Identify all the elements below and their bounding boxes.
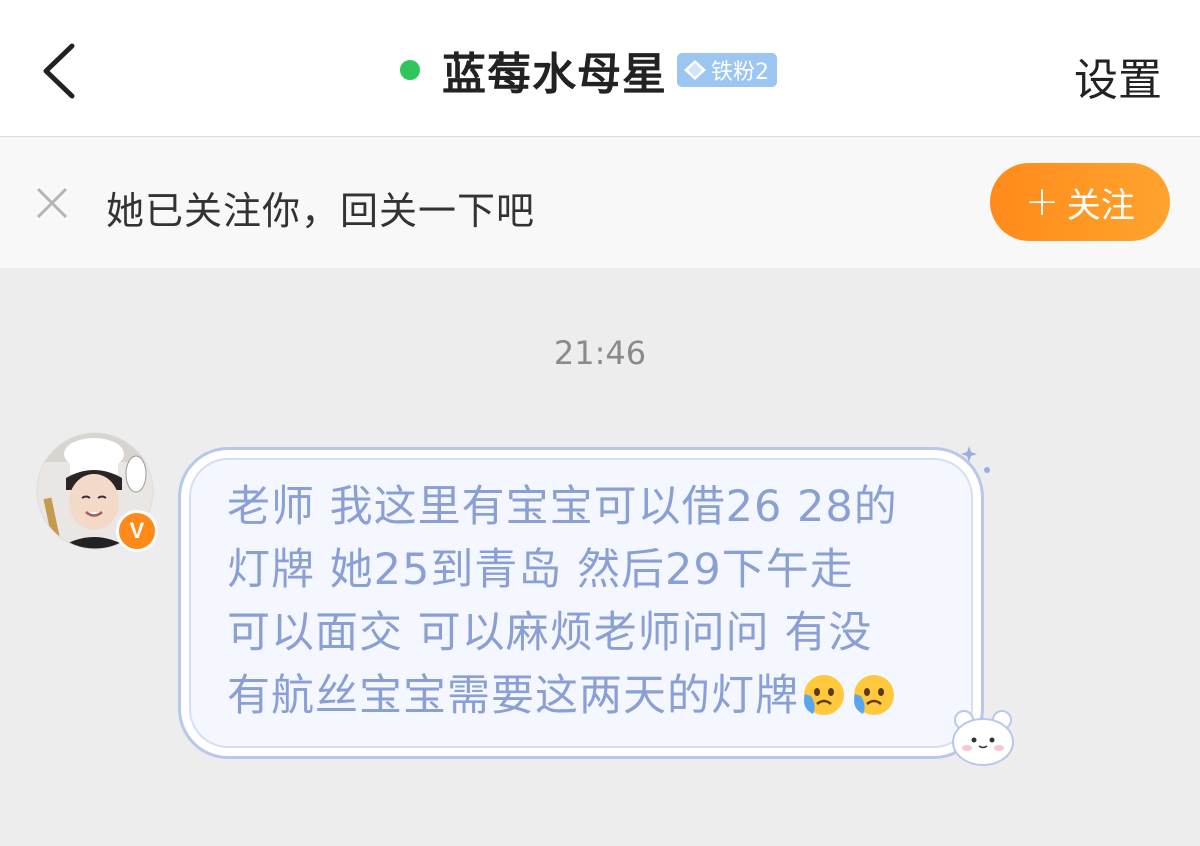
sparkle-icon [961, 446, 990, 473]
fan-level-badge: 铁粉2 [677, 53, 777, 87]
message-line: 可以面交 可以麻烦老师问问 有没 [227, 608, 873, 658]
online-status-dot [400, 60, 420, 80]
dismiss-follow-button[interactable] [34, 185, 70, 221]
plus-icon: + [1025, 179, 1059, 225]
crying-face-icon [854, 675, 894, 715]
page-title: 蓝莓水母星 [442, 49, 667, 100]
message-line: 灯牌 她25到青岛 然后29下午走 [227, 545, 854, 595]
verified-badge-label: V [129, 518, 145, 543]
message-bubble[interactable]: 老师 我这里有宝宝可以借26 28的 灯牌 她25到青岛 然后29下午走 可以面… [178, 447, 984, 759]
settings-button[interactable]: 设置 [1074, 44, 1162, 108]
message-line: 老师 我这里有宝宝可以借26 28的 [227, 482, 898, 532]
verified-badge: V [116, 510, 158, 552]
chevron-left-icon [43, 43, 75, 99]
bear-sticker-icon [952, 710, 1014, 766]
top-bar: 蓝莓水母星 铁粉2 设置 [0, 0, 1200, 137]
follow-back-message: 她已关注你，回关一下吧 [106, 189, 536, 233]
close-icon [36, 187, 68, 219]
message-timestamp: 21:46 [553, 334, 647, 372]
back-button[interactable] [30, 36, 90, 106]
diamond-icon [684, 60, 706, 80]
chat-title-group: 蓝莓水母星 铁粉2 [400, 40, 777, 100]
crying-face-icon [804, 675, 844, 715]
fan-badge-label: 铁粉2 [711, 60, 769, 85]
follow-button-label: 关注 [1066, 185, 1135, 226]
follow-button[interactable]: + 关注 [990, 163, 1170, 241]
message-line-last: 有航丝宝宝需要这两天的灯牌 [227, 665, 951, 728]
message-line-text: 有航丝宝宝需要这两天的灯牌 [227, 671, 799, 721]
